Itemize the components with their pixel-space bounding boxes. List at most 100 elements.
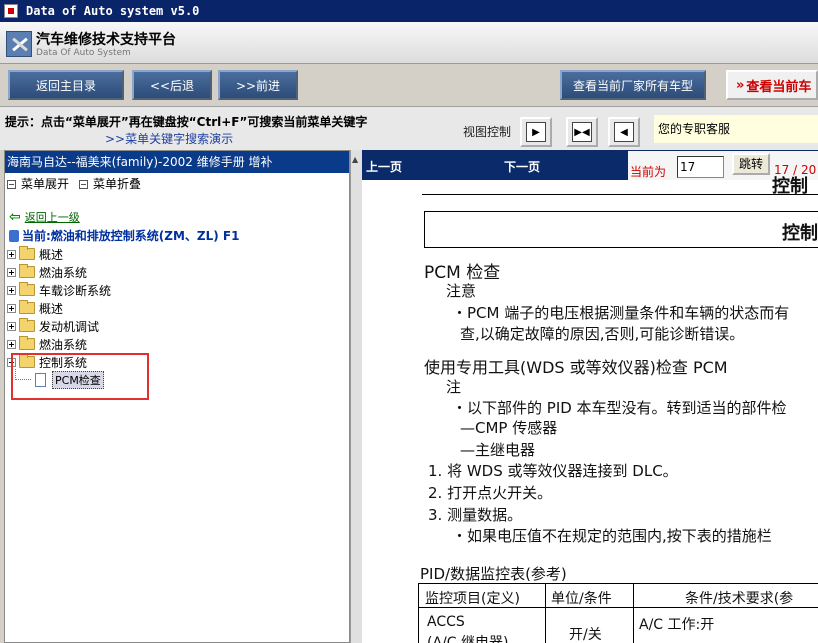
table-divider <box>545 584 546 643</box>
table-header-cell: 单位/条件 <box>551 591 612 607</box>
double-chevron-icon: » <box>736 77 745 93</box>
manual-page: 控制 控制 PCM 检查 注意 ・PCM 端子的电压根据测量条件和车辆的状态而有… <box>362 176 818 643</box>
pane-splitter[interactable]: ▲ <box>350 150 362 643</box>
table-title: PID/数据监控表(参考) <box>420 565 567 583</box>
current-model-label: 查看当前车 <box>746 79 812 95</box>
arrow-left-icon: ◀ <box>614 122 634 142</box>
current-section-label: 当前:燃油和排放控制系统(ZM、ZL) F1 <box>22 229 240 243</box>
expand-plus-icon[interactable] <box>7 303 16 313</box>
arrow-right-icon: ▶ <box>526 122 546 142</box>
heading-wds-check: 使用专用工具(WDS 或等效仪器)检查 PCM <box>424 358 728 377</box>
scroll-arrow-icon[interactable]: ▲ <box>352 155 361 164</box>
tree-node-label: 燃油系统 <box>39 337 88 352</box>
highlight-box <box>11 353 149 400</box>
book-icon <box>9 229 19 242</box>
note-line: —主继电器 <box>460 441 536 459</box>
tree-node-label: 概述 <box>39 247 64 262</box>
main-toolbar: 返回主目录 <<后退 >>前进 查看当前厂家所有车型 » 查看当前车 <box>0 64 818 106</box>
hint-bar: 提示：点击“菜单展开”再在键盘按“Ctrl+F”可搜索当前菜单关键字 >>菜单关… <box>0 106 818 150</box>
tree-node[interactable]: 发动机调试 <box>7 317 111 335</box>
section-title: 控制 <box>782 223 818 244</box>
back-up-link[interactable]: ⇦ 返回上一级 <box>9 209 80 225</box>
table-header-cell: 条件/技术要求(参 <box>685 591 794 607</box>
search-demo-link[interactable]: >>菜单关键字搜索演示 <box>105 130 233 147</box>
folder-icon <box>19 336 35 350</box>
menu-collapse-button[interactable]: 菜单折叠 <box>79 175 141 192</box>
table-divider <box>633 584 634 643</box>
app-title: 汽车维修技术支持平台 <box>36 32 176 48</box>
expand-square-icon <box>7 179 16 189</box>
step-sub-item: ・如果电压值不在规定的范围内,按下表的措施栏 <box>452 527 772 545</box>
current-section: 当前:燃油和排放控制系统(ZM、ZL) F1 <box>9 227 239 244</box>
tree-node-label: 发动机调试 <box>39 319 100 334</box>
expand-plus-icon[interactable] <box>7 249 16 259</box>
all-models-button[interactable]: 查看当前厂家所有车型 <box>560 70 706 100</box>
window-title-bar: Data of Auto system v5.0 <box>0 0 818 22</box>
tree-node[interactable]: 燃油系统 <box>7 335 111 353</box>
window-title: Data of Auto system v5.0 <box>26 4 200 18</box>
note-heading: 注意 <box>446 282 477 300</box>
home-button[interactable]: 返回主目录 <box>8 70 124 100</box>
note-line: ・PCM 端子的电压根据测量条件和车辆的状态而有 <box>452 304 790 322</box>
tools-logo-icon <box>6 31 32 57</box>
expand-plus-icon[interactable] <box>7 321 16 331</box>
note-line: —CMP 传感器 <box>460 419 558 437</box>
expand-plus-icon[interactable] <box>7 285 16 295</box>
page-number-input[interactable]: 17 <box>677 156 724 178</box>
table-cell: (A/C 继电器) <box>427 635 509 643</box>
tree-node[interactable]: 车载诊断系统 <box>7 281 111 299</box>
folder-icon <box>19 264 35 278</box>
jump-button[interactable]: 跳转 <box>732 153 770 175</box>
menu-collapse-label: 菜单折叠 <box>93 176 142 191</box>
table-header-cell: 监控项目(定义) <box>425 591 520 607</box>
customer-service-label[interactable]: 您的专职客服 <box>654 115 818 143</box>
back-arrow-icon: ⇦ <box>9 209 21 225</box>
page-navigation-bar: 上一页 下一页 当前为 17 跳转 17 / 20 <box>362 150 818 180</box>
step-item: 2. 打开点火开关。 <box>428 484 553 502</box>
table-cell: ACCS <box>427 614 465 630</box>
forward-button[interactable]: >>前进 <box>218 70 298 100</box>
folder-icon <box>19 300 35 314</box>
view-right-button[interactable]: ▶ <box>520 117 552 147</box>
app-icon <box>4 4 18 18</box>
folder-icon <box>19 246 35 260</box>
app-subtitle: Data Of Auto System <box>36 48 131 58</box>
expand-plus-icon[interactable] <box>7 267 16 277</box>
view-left-button[interactable]: ◀ <box>608 117 640 147</box>
step-item: 3. 测量数据。 <box>428 506 523 524</box>
next-page-link[interactable]: 下一页 <box>504 158 540 175</box>
pid-monitor-table: 监控项目(定义) 单位/条件 条件/技术要求(参 ACCS (A/C 继电器) … <box>418 583 818 643</box>
prev-page-link[interactable]: 上一页 <box>366 158 402 175</box>
header-rule <box>422 194 818 195</box>
current-page-label: 当前为 <box>630 165 667 179</box>
tree-node-label: 车载诊断系统 <box>39 283 112 298</box>
back-up-label: 返回上一级 <box>24 211 80 224</box>
menu-expand-label: 菜单展开 <box>21 176 70 191</box>
menu-controls: 菜单展开 菜单折叠 <box>5 173 349 193</box>
menu-expand-button[interactable]: 菜单展开 <box>7 175 69 192</box>
collapse-square-icon <box>79 179 89 189</box>
view-control-label: 视图控制 <box>463 125 512 139</box>
back-button[interactable]: <<后退 <box>132 70 212 100</box>
manual-title: 海南马自达--福美来(family)-2002 维修手册 增补 <box>5 151 349 173</box>
tree-node[interactable]: 概述 <box>7 299 111 317</box>
table-cell: A/C 工作:开 <box>639 617 715 633</box>
section-title-box: 控制 <box>424 211 818 248</box>
tree-node-label: 概述 <box>39 301 64 316</box>
search-hint: 提示：点击“菜单展开”再在键盘按“Ctrl+F”可搜索当前菜单关键字 <box>5 115 368 129</box>
app-header: 汽车维修技术支持平台 Data Of Auto System <box>0 22 818 64</box>
tree-node-label: 燃油系统 <box>39 265 88 280</box>
note-line: 查,以确定故障的原因,否则,可能诊断错误。 <box>460 325 745 343</box>
note-line: ・以下部件的 PID 本车型没有。转到适当的部件检 <box>452 399 787 417</box>
current-model-button[interactable]: » 查看当前车 <box>726 70 818 100</box>
document-pane: 上一页 下一页 当前为 17 跳转 17 / 20 控制 控制 PCM 检查 注… <box>362 150 818 643</box>
step-item: 1. 将 WDS 或等效仪器连接到 DLC。 <box>428 462 678 480</box>
table-cell: 开/关 <box>569 627 602 643</box>
view-split-button[interactable]: ▶◀ <box>566 117 598 147</box>
tree-node[interactable]: 燃油系统 <box>7 263 111 281</box>
tree-node[interactable]: 概述 <box>7 245 111 263</box>
folder-icon <box>19 282 35 296</box>
note-heading: 注 <box>446 378 462 396</box>
expand-plus-icon[interactable] <box>7 339 16 349</box>
folder-icon <box>19 318 35 332</box>
